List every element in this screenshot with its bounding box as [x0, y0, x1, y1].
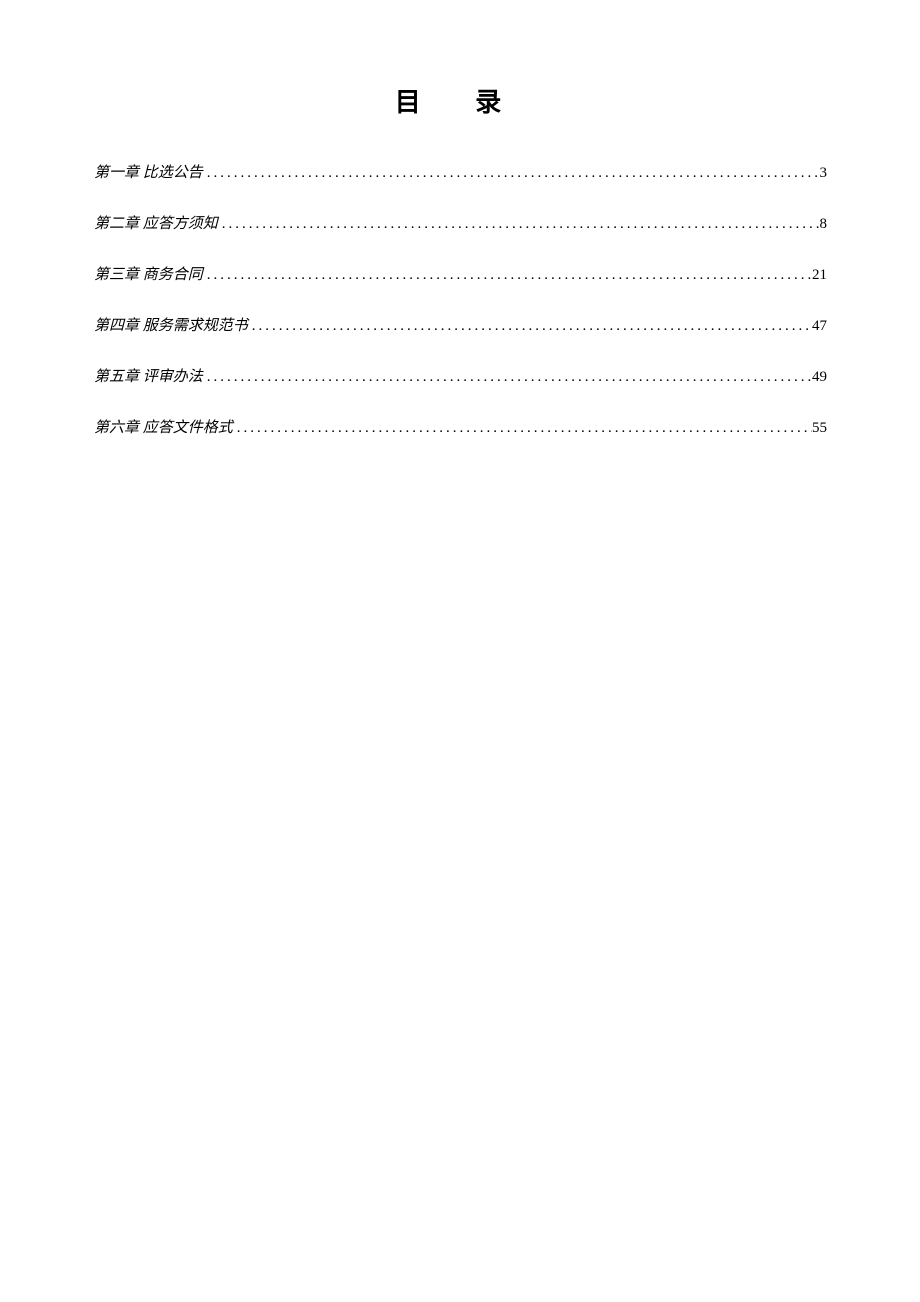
toc-entry: 第三章 商务合同 21: [94, 263, 827, 284]
toc-entry-label: 第二章 应答方须知: [94, 212, 218, 233]
toc-entry: 第六章 应答文件格式 55: [94, 416, 827, 437]
toc-entry: 第五章 评审办法 49: [94, 365, 827, 386]
toc-entry-label: 第六章 应答文件格式: [94, 416, 233, 437]
toc-entry-page: 21: [812, 267, 827, 284]
toc-leader: [203, 369, 812, 386]
toc-entry-page: 49: [812, 369, 827, 386]
toc-entry-label: 第五章 评审办法: [94, 365, 203, 386]
toc-entry-page: 8: [820, 216, 828, 233]
toc-entry-page: 3: [820, 165, 828, 182]
toc-leader: [203, 165, 820, 182]
toc-entry-label: 第一章 比选公告: [94, 161, 203, 182]
toc-entry: 第一章 比选公告 3: [94, 161, 827, 182]
toc-entry-page: 47: [812, 318, 827, 335]
toc-leader: [248, 318, 812, 335]
toc-leader: [218, 216, 820, 233]
toc-entry: 第二章 应答方须知 8: [94, 212, 827, 233]
toc-entry-label: 第四章 服务需求规范书: [94, 314, 248, 335]
toc-leader: [233, 420, 812, 437]
toc-leader: [203, 267, 812, 284]
toc-entry-page: 55: [812, 420, 827, 437]
toc-list: 第一章 比选公告 3 第二章 应答方须知 8 第三章 商务合同 21 第四章 服…: [0, 161, 920, 437]
toc-entry-label: 第三章 商务合同: [94, 263, 203, 284]
toc-entry: 第四章 服务需求规范书 47: [94, 314, 827, 335]
page-title: 目 录: [0, 82, 920, 119]
